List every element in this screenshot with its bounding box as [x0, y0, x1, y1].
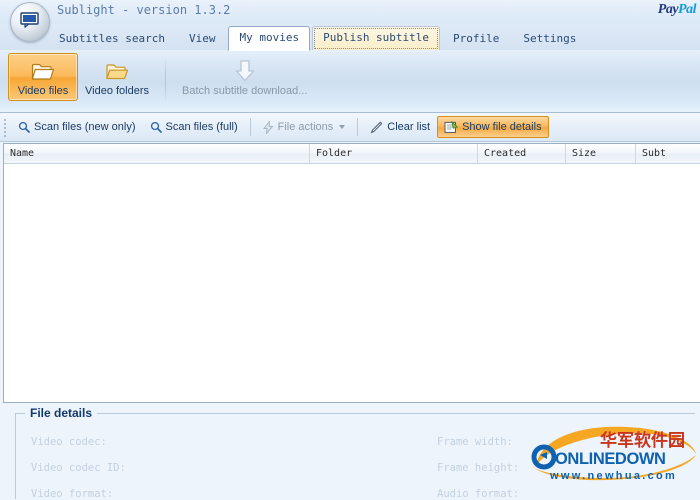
file-details-left-column: Video codec: Video codec ID: Video forma… [31, 436, 126, 500]
video-codec-label: Video codec: [31, 436, 107, 448]
list-body-empty[interactable] [4, 164, 700, 402]
paypal-logo-pal: Pal [678, 2, 696, 17]
video-folders-button[interactable]: Video folders [78, 53, 156, 101]
frame-height-label: Frame height: [437, 462, 520, 474]
magnifier-icon [150, 121, 162, 133]
column-header-folder[interactable]: Folder [310, 144, 478, 163]
batch-subtitle-download-button[interactable]: Batch subtitle download... [175, 53, 314, 101]
tab-profile[interactable]: Profile [442, 27, 510, 51]
tab-publish-subtitle[interactable]: Publish subtitle [312, 26, 441, 51]
file-list[interactable]: Name Folder Created Size Subt [3, 143, 700, 403]
video-files-button[interactable]: Video files [8, 53, 78, 101]
scan-files-new-only-label: Scan files (new only) [34, 121, 136, 133]
file-details-title: File details [25, 406, 98, 420]
download-arrow-icon [234, 58, 256, 84]
batch-subtitle-download-label: Batch subtitle download... [182, 85, 308, 97]
file-details-panel: File details Video codec: Video codec ID… [3, 404, 697, 500]
scan-files-new-only-button[interactable]: Scan files (new only) [11, 116, 143, 138]
video-folders-label: Video folders [85, 85, 150, 97]
clear-list-button[interactable]: Clear list [363, 116, 437, 138]
video-format-label: Video format: [31, 488, 114, 500]
tab-subtitles-search[interactable]: Subtitles search [48, 27, 176, 51]
column-header-created[interactable]: Created [478, 144, 566, 163]
monitor-speech-bubble-icon [20, 12, 39, 28]
title-bar: Sublight - version 1.3.2 PayPal [0, 0, 700, 24]
scan-files-full-label: Scan files (full) [165, 121, 238, 133]
paypal-logo-pay: Pay [657, 2, 679, 17]
scan-files-full-button[interactable]: Scan files (full) [143, 116, 245, 138]
main-toolbar: Video files Video folders Batch subtitle… [0, 50, 700, 113]
column-header-name[interactable]: Name [4, 144, 310, 163]
sub-toolbar-separator [249, 118, 251, 136]
clear-list-label: Clear list [387, 121, 431, 133]
toolbar-separator [165, 58, 167, 102]
tab-bar: Subtitles search View My movies Publish … [0, 24, 700, 51]
open-folder-icon [31, 58, 55, 84]
lightning-icon [262, 120, 274, 134]
file-details-icon [444, 120, 459, 134]
file-details-right-column: Frame width: Frame height: Audio format: [437, 436, 519, 500]
chevron-down-icon[interactable] [339, 125, 346, 129]
frame-width-label: Frame width: [437, 436, 513, 448]
tab-settings[interactable]: Settings [512, 27, 587, 51]
toolbar-grip[interactable] [4, 119, 7, 137]
show-file-details-label: Show file details [462, 121, 542, 133]
folder-icon [105, 58, 129, 84]
video-files-label: Video files [17, 85, 69, 97]
file-actions-button[interactable]: File actions [256, 116, 353, 138]
column-header-size[interactable]: Size [566, 144, 636, 163]
sub-toolbar-separator [357, 118, 359, 136]
video-codec-id-label: Video codec ID: [31, 462, 126, 474]
tab-view[interactable]: View [178, 27, 227, 51]
application-window: Sublight - version 1.3.2 PayPal Subtitle… [0, 0, 700, 500]
list-column-headers: Name Folder Created Size Subt [4, 144, 700, 164]
magnifier-icon [18, 121, 30, 133]
eraser-icon [370, 121, 383, 134]
paypal-logo[interactable]: PayPal [657, 2, 697, 18]
window-title: Sublight - version 1.3.2 [57, 3, 231, 17]
tab-my-movies[interactable]: My movies [228, 26, 311, 51]
app-icon[interactable] [10, 2, 50, 42]
audio-format-label: Audio format: [437, 488, 520, 500]
column-header-subtitle[interactable]: Subt [636, 144, 700, 163]
file-actions-label: File actions [277, 121, 334, 133]
sub-toolbar: Scan files (new only) Scan files (full) [0, 113, 700, 142]
show-file-details-button[interactable]: Show file details [437, 116, 549, 138]
